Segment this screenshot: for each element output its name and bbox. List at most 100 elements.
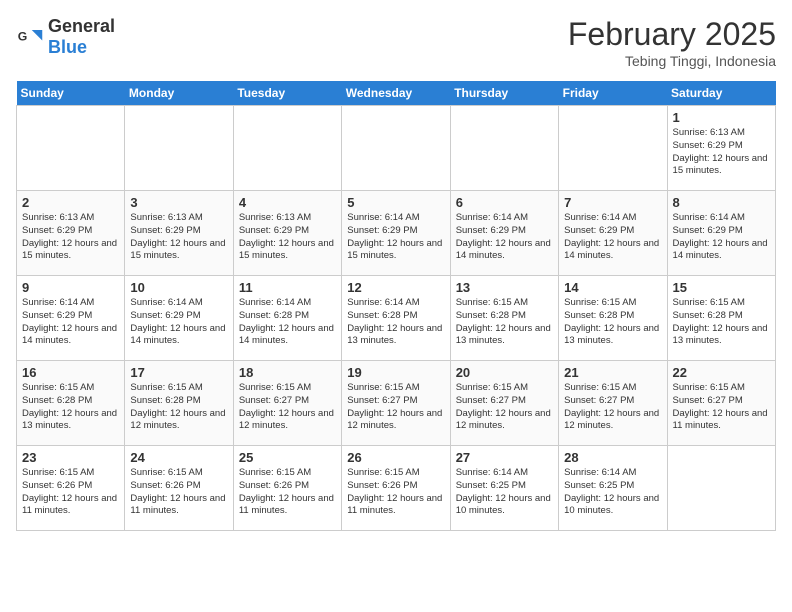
cell-sun-info: Sunrise: 6:15 AM Sunset: 6:27 PM Dayligh… bbox=[673, 382, 770, 433]
calendar-cell: 1 Sunrise: 6:13 AM Sunset: 6:29 PM Daylig… bbox=[667, 106, 775, 191]
calendar-cell: 12Sunrise: 6:14 AM Sunset: 6:28 PM Dayli… bbox=[342, 276, 450, 361]
cell-sun-info: Sunrise: 6:13 AM Sunset: 6:29 PM Dayligh… bbox=[130, 212, 227, 263]
logo-blue: Blue bbox=[48, 37, 87, 57]
day-number: 20 bbox=[456, 365, 553, 380]
day-number: 12 bbox=[347, 280, 444, 295]
cell-sun-info: Sunrise: 6:15 AM Sunset: 6:26 PM Dayligh… bbox=[347, 467, 444, 518]
calendar-cell: 28 Sunrise: 6:14 AM Sunset: 6:25 PM Dayli… bbox=[559, 446, 667, 531]
calendar-cell bbox=[125, 106, 233, 191]
calendar-cell bbox=[233, 106, 341, 191]
cell-sun-info: Sunrise: 6:15 AM Sunset: 6:26 PM Dayligh… bbox=[130, 467, 227, 518]
calendar-cell: 14 Sunrise: 6:15 AM Sunset: 6:28 PM Dayli… bbox=[559, 276, 667, 361]
cell-sun-info: Sunrise: 6:14 AM Sunset: 6:29 PM Dayligh… bbox=[130, 297, 227, 348]
day-header-wednesday: Wednesday bbox=[342, 81, 450, 106]
calendar-cell: 6 Sunrise: 6:14 AM Sunset: 6:29 PM Daylig… bbox=[450, 191, 558, 276]
calendar-cell: 24 Sunrise: 6:15 AM Sunset: 6:26 PM Dayli… bbox=[125, 446, 233, 531]
day-number: 11 bbox=[239, 280, 336, 295]
cell-sun-info: Sunrise: 6:15 AM Sunset: 6:27 PM Dayligh… bbox=[456, 382, 553, 433]
calendar-cell: 21 Sunrise: 6:15 AM Sunset: 6:27 PM Dayli… bbox=[559, 361, 667, 446]
day-number: 1 bbox=[673, 110, 770, 125]
calendar-cell: 23 Sunrise: 6:15 AM Sunset: 6:26 PM Dayli… bbox=[17, 446, 125, 531]
day-number: 16 bbox=[22, 365, 119, 380]
calendar-cell bbox=[559, 106, 667, 191]
day-number: 18 bbox=[239, 365, 336, 380]
cell-sun-info: Sunrise: 6:14 AM Sunset: 6:28 PM Dayligh… bbox=[239, 297, 336, 348]
logo: G General Blue bbox=[16, 16, 115, 58]
calendar-cell: 11 Sunrise: 6:14 AM Sunset: 6:28 PM Dayli… bbox=[233, 276, 341, 361]
day-header-saturday: Saturday bbox=[667, 81, 775, 106]
day-number: 25 bbox=[239, 450, 336, 465]
logo-wordmark: General Blue bbox=[48, 16, 115, 58]
calendar-cell: 27Sunrise: 6:14 AM Sunset: 6:25 PM Dayli… bbox=[450, 446, 558, 531]
calendar-cell: 18 Sunrise: 6:15 AM Sunset: 6:27 PM Dayli… bbox=[233, 361, 341, 446]
day-number: 6 bbox=[456, 195, 553, 210]
cell-sun-info: Sunrise: 6:15 AM Sunset: 6:28 PM Dayligh… bbox=[673, 297, 770, 348]
cell-sun-info: Sunrise: 6:14 AM Sunset: 6:29 PM Dayligh… bbox=[564, 212, 661, 263]
calendar-cell: 13 Sunrise: 6:15 AM Sunset: 6:28 PM Dayli… bbox=[450, 276, 558, 361]
day-number: 26 bbox=[347, 450, 444, 465]
header: G General Blue February 2025 Tebing Ting… bbox=[16, 16, 776, 69]
day-number: 13 bbox=[456, 280, 553, 295]
day-number: 21 bbox=[564, 365, 661, 380]
day-number: 2 bbox=[22, 195, 119, 210]
day-number: 27 bbox=[456, 450, 553, 465]
cell-sun-info: Sunrise: 6:15 AM Sunset: 6:28 PM Dayligh… bbox=[130, 382, 227, 433]
calendar-cell: 3 Sunrise: 6:13 AM Sunset: 6:29 PM Daylig… bbox=[125, 191, 233, 276]
calendar-cell: 25 Sunrise: 6:15 AM Sunset: 6:26 PM Dayli… bbox=[233, 446, 341, 531]
day-number: 9 bbox=[22, 280, 119, 295]
day-header-monday: Monday bbox=[125, 81, 233, 106]
cell-sun-info: Sunrise: 6:14 AM Sunset: 6:29 PM Dayligh… bbox=[456, 212, 553, 263]
cell-sun-info: Sunrise: 6:14 AM Sunset: 6:29 PM Dayligh… bbox=[22, 297, 119, 348]
day-number: 4 bbox=[239, 195, 336, 210]
day-number: 19 bbox=[347, 365, 444, 380]
calendar-cell bbox=[17, 106, 125, 191]
location-subtitle: Tebing Tinggi, Indonesia bbox=[568, 53, 776, 69]
cell-sun-info: Sunrise: 6:15 AM Sunset: 6:27 PM Dayligh… bbox=[239, 382, 336, 433]
calendar-cell: 20 Sunrise: 6:15 AM Sunset: 6:27 PM Dayli… bbox=[450, 361, 558, 446]
calendar-cell: 16 Sunrise: 6:15 AM Sunset: 6:28 PM Dayli… bbox=[17, 361, 125, 446]
calendar-cell: 2Sunrise: 6:13 AM Sunset: 6:29 PM Daylig… bbox=[17, 191, 125, 276]
logo-icon: G bbox=[16, 23, 44, 51]
calendar-cell: 10 Sunrise: 6:14 AM Sunset: 6:29 PM Dayli… bbox=[125, 276, 233, 361]
calendar-week-3: 9 Sunrise: 6:14 AM Sunset: 6:29 PM Daylig… bbox=[17, 276, 776, 361]
cell-sun-info: Sunrise: 6:15 AM Sunset: 6:27 PM Dayligh… bbox=[564, 382, 661, 433]
day-header-friday: Friday bbox=[559, 81, 667, 106]
day-header-thursday: Thursday bbox=[450, 81, 558, 106]
calendar-cell bbox=[450, 106, 558, 191]
calendar-cell: 4Sunrise: 6:13 AM Sunset: 6:29 PM Daylig… bbox=[233, 191, 341, 276]
day-number: 10 bbox=[130, 280, 227, 295]
calendar-cell: 8 Sunrise: 6:14 AM Sunset: 6:29 PM Daylig… bbox=[667, 191, 775, 276]
cell-sun-info: Sunrise: 6:15 AM Sunset: 6:28 PM Dayligh… bbox=[564, 297, 661, 348]
days-header-row: SundayMondayTuesdayWednesdayThursdayFrid… bbox=[17, 81, 776, 106]
logo-general: General bbox=[48, 16, 115, 36]
calendar-week-2: 2 Sunrise: 6:13 AM Sunset: 6:29 PM Daylig… bbox=[17, 191, 776, 276]
day-number: 5 bbox=[347, 195, 444, 210]
cell-sun-info: Sunrise: 6:14 AM Sunset: 6:25 PM Dayligh… bbox=[564, 467, 661, 518]
day-number: 28 bbox=[564, 450, 661, 465]
day-number: 3 bbox=[130, 195, 227, 210]
cell-sun-info: Sunrise: 6:15 AM Sunset: 6:26 PM Dayligh… bbox=[22, 467, 119, 518]
calendar-cell bbox=[342, 106, 450, 191]
day-number: 24 bbox=[130, 450, 227, 465]
calendar-cell: 15Sunrise: 6:15 AM Sunset: 6:28 PM Dayli… bbox=[667, 276, 775, 361]
calendar-cell: 19Sunrise: 6:15 AM Sunset: 6:27 PM Dayli… bbox=[342, 361, 450, 446]
day-number: 8 bbox=[673, 195, 770, 210]
cell-sun-info: Sunrise: 6:15 AM Sunset: 6:26 PM Dayligh… bbox=[239, 467, 336, 518]
title-area: February 2025 Tebing Tinggi, Indonesia bbox=[568, 16, 776, 69]
svg-text:G: G bbox=[18, 30, 28, 44]
cell-sun-info: Sunrise: 6:13 AM Sunset: 6:29 PM Dayligh… bbox=[673, 127, 770, 178]
calendar-cell: 7 Sunrise: 6:14 AM Sunset: 6:29 PM Daylig… bbox=[559, 191, 667, 276]
day-number: 17 bbox=[130, 365, 227, 380]
day-number: 7 bbox=[564, 195, 661, 210]
day-number: 22 bbox=[673, 365, 770, 380]
cell-sun-info: Sunrise: 6:15 AM Sunset: 6:28 PM Dayligh… bbox=[456, 297, 553, 348]
month-year-title: February 2025 bbox=[568, 16, 776, 53]
day-number: 23 bbox=[22, 450, 119, 465]
day-header-sunday: Sunday bbox=[17, 81, 125, 106]
cell-sun-info: Sunrise: 6:14 AM Sunset: 6:29 PM Dayligh… bbox=[673, 212, 770, 263]
calendar-cell: 17 Sunrise: 6:15 AM Sunset: 6:28 PM Dayli… bbox=[125, 361, 233, 446]
calendar-cell: 9 Sunrise: 6:14 AM Sunset: 6:29 PM Daylig… bbox=[17, 276, 125, 361]
calendar-table: SundayMondayTuesdayWednesdayThursdayFrid… bbox=[16, 81, 776, 531]
day-number: 14 bbox=[564, 280, 661, 295]
cell-sun-info: Sunrise: 6:15 AM Sunset: 6:28 PM Dayligh… bbox=[22, 382, 119, 433]
